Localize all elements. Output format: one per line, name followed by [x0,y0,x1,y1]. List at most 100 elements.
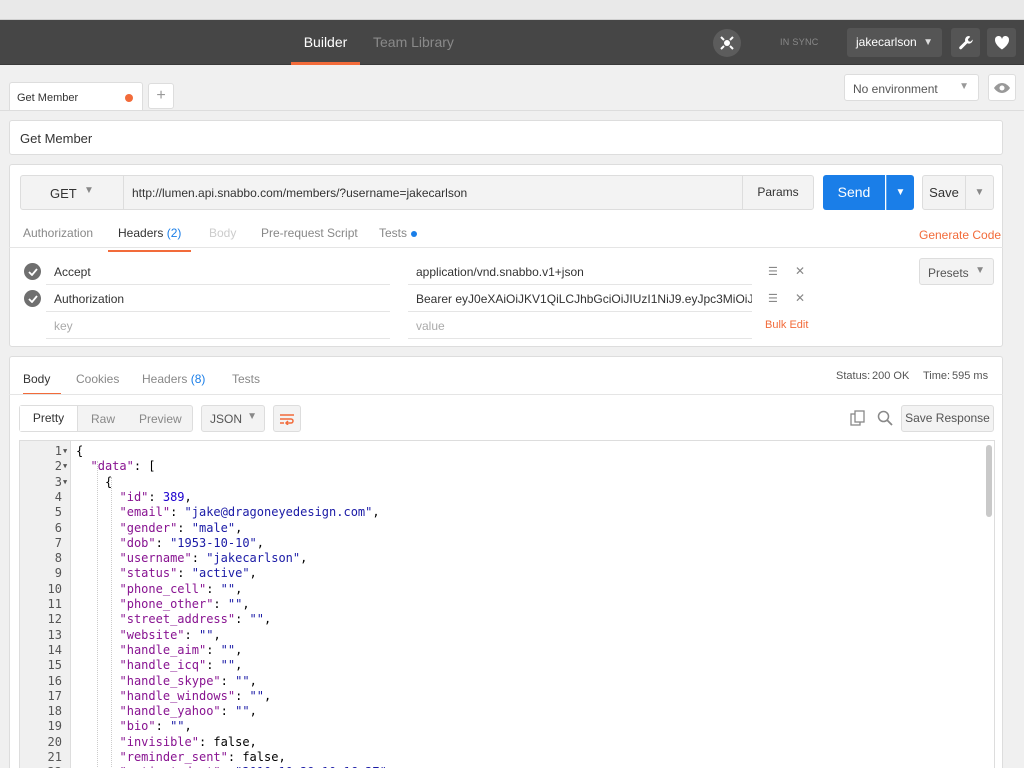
tab-tests[interactable]: Tests [379,226,418,240]
json-punctuation: , [235,520,243,535]
tab-body[interactable]: Body [209,226,236,240]
response-tab-cookies[interactable]: Cookies [76,372,119,386]
drag-handle-icon[interactable]: ☰ [768,292,778,305]
json-punctuation: , [372,505,380,520]
tab-builder[interactable]: Builder [291,20,360,65]
indent-guide [111,477,112,768]
save-options-button[interactable]: ▼ [965,175,994,210]
tab-authorization[interactable]: Authorization [23,226,93,240]
check-icon[interactable] [24,290,41,307]
fold-toggle-icon[interactable]: ▼ [63,444,67,459]
params-button[interactable]: Params [742,175,814,210]
headers-count: (2) [166,226,182,240]
chevron-down-icon: ▼ [959,81,969,92]
presets-select[interactable]: Presets ▼ [919,258,994,285]
view-raw-button[interactable]: Raw [91,412,115,426]
wrap-icon[interactable] [273,405,301,432]
bulk-edit-link[interactable]: Bulk Edit [765,319,808,331]
header-key[interactable]: Accept [46,258,390,285]
environment-select[interactable]: No environment ▼ [844,74,979,101]
line-number: 14 [47,642,62,657]
json-punctuation: : [220,673,236,688]
check-icon[interactable] [24,263,41,280]
line-number: 3 [54,474,62,489]
line-number: 4 [54,489,62,504]
json-string: "" [249,688,264,703]
window-titlebar [0,0,1024,20]
json-punctuation: , [300,551,308,566]
tab-team-library[interactable]: Team Library [373,20,454,65]
url-input[interactable]: http://lumen.api.snabbo.com/members/?use… [124,175,743,210]
json-string: "" [227,597,243,611]
new-tab-button[interactable]: + [148,83,174,109]
view-pretty-button[interactable]: Pretty [20,406,78,431]
json-punctuation: : [177,520,192,535]
method-select[interactable]: GET ▼ [20,175,124,210]
json-string: "jakecarlson" [206,551,301,566]
json-punctuation: : [177,566,192,581]
line-number: 18 [47,704,62,719]
json-string: "" [220,581,236,596]
header-value-placeholder[interactable]: value [408,312,752,339]
json-key: "username" [119,551,192,566]
line-number: 20 [47,734,62,749]
request-tab[interactable]: Get Member [9,82,143,110]
json-key: "dob" [119,535,156,550]
json-key: "gender" [119,520,178,535]
view-mode-group: Pretty Raw Preview [19,405,193,432]
json-punctuation: : [206,658,221,673]
header-value[interactable]: application/vnd.snabbo.v1+json [408,258,752,285]
delete-icon[interactable]: ✕ [795,291,805,305]
code-line: "handle_windows": "", [120,689,272,704]
header-key-placeholder[interactable]: key [46,312,390,339]
heart-icon[interactable] [987,28,1016,57]
line-number: 12 [47,612,62,627]
wrench-icon[interactable] [951,28,980,57]
json-string: "" [220,658,236,673]
eye-icon[interactable] [988,74,1016,101]
json-punctuation: , [249,704,257,719]
fold-toggle-icon[interactable]: ▼ [63,475,67,490]
json-punctuation: , [256,535,265,550]
request-tab-label: Get Member [17,92,79,104]
search-icon[interactable] [875,408,895,428]
save-response-button[interactable]: Save Response [901,405,994,432]
generate-code-link[interactable]: Generate Code [919,228,1001,242]
request-name[interactable]: Get Member [9,120,1003,155]
satellite-icon[interactable] [713,29,741,57]
response-body-editor[interactable]: 1 ▼{2 ▼ "data": [3 ▼{4 "id": 389, 5 "email": "j… [19,440,995,768]
response-tab-tests[interactable]: Tests [232,372,260,386]
copy-icon[interactable] [848,408,868,428]
editor-scrollbar[interactable] [986,445,992,517]
delete-icon[interactable]: ✕ [795,264,805,278]
header-key[interactable]: Authorization [46,285,390,312]
json-key: "email" [119,505,171,520]
json-key: "id" [119,489,149,504]
line-number: 1 [54,444,62,458]
fold-toggle-icon[interactable]: ▼ [63,459,67,474]
view-preview-button[interactable]: Preview [139,412,182,426]
json-key: "handle_icq" [119,658,207,673]
code-line: "id": 389, [120,490,192,505]
json-string: "" [235,704,250,719]
code-line: "invisible": false, [120,735,257,750]
json-key: "phone_other" [119,597,214,611]
line-number: 6 [54,520,62,535]
time-value: 595 ms [952,370,989,382]
tab-prerequest-script[interactable]: Pre-request Script [261,226,358,240]
user-menu[interactable]: jakecarlson ▼ [847,28,942,57]
subtab-divider [9,247,1003,248]
header-value[interactable]: Bearer eyJ0eXAiOiJKV1QiLCJhbGciOiJIUzI1N… [408,285,752,312]
tab-headers[interactable]: Headers (2) [108,226,192,252]
save-button[interactable]: Save [922,175,966,210]
json-punctuation: : [155,535,171,550]
code-line: "username": "jakecarlson", [120,551,308,566]
status-label: Status: [836,370,871,382]
line-number: 17 [47,688,62,703]
send-options-button[interactable]: ▼ [886,175,914,210]
response-tab-body[interactable]: Body [23,372,61,395]
send-button[interactable]: Send [823,175,885,210]
format-select[interactable]: JSON ▼ [201,405,265,432]
drag-handle-icon[interactable]: ☰ [768,265,778,278]
response-tab-headers[interactable]: Headers (8) [142,372,205,386]
